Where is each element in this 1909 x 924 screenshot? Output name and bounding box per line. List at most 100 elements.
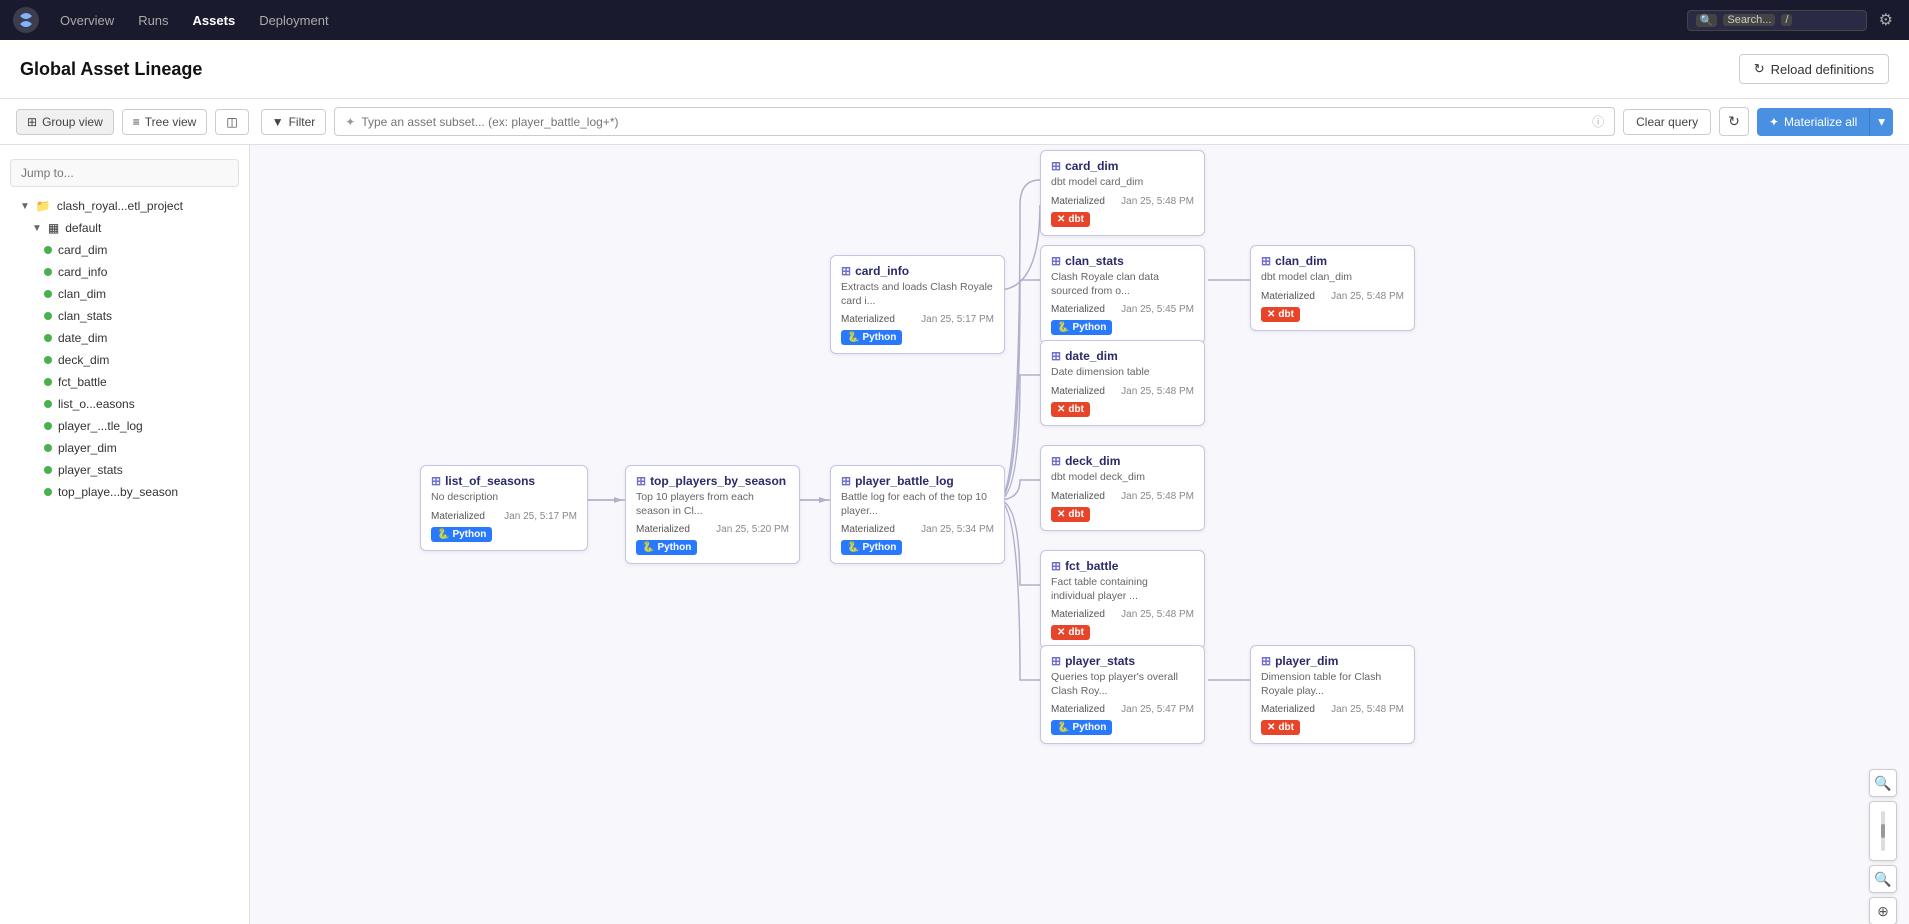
logo-icon (12, 6, 40, 34)
dbt-icon-3: ✕ (1057, 404, 1065, 415)
tree-view-icon: ≡ (133, 115, 140, 129)
sidebar-item-list-seasons[interactable]: list_o...easons (0, 393, 249, 415)
python-icon-3: 🐍 (847, 542, 859, 553)
folder-icon: 📁 (36, 199, 51, 213)
search-placeholder-text: Search... (1723, 14, 1775, 26)
filter-button[interactable]: ▼ Filter (261, 109, 327, 135)
table-icon-10: ⊞ (1051, 559, 1061, 573)
sidebar-project-root[interactable]: ▼ 📁 clash_royal...etl_project (0, 195, 249, 217)
status-dot (44, 312, 52, 320)
dbt-icon-1: ✕ (1057, 214, 1065, 225)
sidebar-item-date-dim[interactable]: date_dim (0, 327, 249, 349)
nav-deployment[interactable]: Deployment (251, 9, 336, 32)
table-icon-9: ⊞ (1051, 454, 1061, 468)
chevron-down-icon: ▼ (20, 201, 30, 212)
asset-search-input[interactable] (361, 115, 1586, 129)
dbt-tag-1: ✕ dbt (1051, 212, 1090, 227)
node-card-info[interactable]: ⊞ card_info Extracts and loads Clash Roy… (830, 255, 1005, 354)
node-card-dim[interactable]: ⊞ card_dim dbt model card_dim Materializ… (1040, 150, 1205, 236)
sidebar-item-player-battle-log[interactable]: player_...tle_log (0, 415, 249, 437)
group-view-button[interactable]: ⊞ Group view (16, 109, 114, 135)
status-dot (44, 488, 52, 496)
folder-icon-2: ▦ (48, 221, 59, 235)
table-icon-6: ⊞ (1051, 254, 1061, 268)
sidebar-item-player-stats[interactable]: player_stats (0, 459, 249, 481)
table-icon-8: ⊞ (1051, 349, 1061, 363)
materialize-all-button[interactable]: ✦ Materialize all (1757, 108, 1869, 136)
main-layout: ▼ 📁 clash_royal...etl_project ▼ ▦ defaul… (0, 145, 1909, 924)
sidebar-item-card-info[interactable]: card_info (0, 261, 249, 283)
table-icon: ⊞ (431, 474, 441, 488)
node-clan-stats[interactable]: ⊞ clan_stats Clash Royale clan data sour… (1040, 245, 1205, 344)
reload-icon: ↻ (1754, 61, 1765, 77)
python-tag-6: 🐍 Python (1051, 720, 1112, 735)
clear-query-button[interactable]: Clear query (1623, 109, 1711, 135)
zoom-out-button[interactable]: 🔍 (1869, 865, 1897, 893)
node-date-dim[interactable]: ⊞ date_dim Date dimension table Material… (1040, 340, 1205, 426)
python-icon-6: 🐍 (1057, 722, 1069, 733)
table-icon-12: ⊞ (1261, 654, 1271, 668)
node-top-players-by-season[interactable]: ⊞ top_players_by_season Top 10 players f… (625, 465, 800, 564)
node-player-battle-log[interactable]: ⊞ player_battle_log Battle log for each … (830, 465, 1005, 564)
node-player-dim[interactable]: ⊞ player_dim Dimension table for Clash R… (1250, 645, 1415, 744)
filter-icon: ▼ (272, 115, 284, 129)
node-player-stats[interactable]: ⊞ player_stats Queries top player's over… (1040, 645, 1205, 744)
reload-definitions-button[interactable]: ↻ Reload definitions (1739, 54, 1889, 84)
python-tag-5: 🐍 Python (1051, 320, 1112, 335)
table-icon-2: ⊞ (636, 474, 646, 488)
table-icon-3: ⊞ (841, 474, 851, 488)
zoom-in-button[interactable]: 🔍 (1869, 769, 1897, 797)
page-header: Global Asset Lineage ↻ Reload definition… (0, 40, 1909, 99)
node-list-of-seasons[interactable]: ⊞ list_of_seasons No description Materia… (420, 465, 588, 551)
zoom-scroll-track[interactable] (1869, 801, 1897, 861)
nav-overview[interactable]: Overview (52, 9, 122, 32)
asset-subset-search[interactable]: ✦ ⓘ (334, 107, 1615, 136)
nav-assets[interactable]: Assets (185, 9, 244, 32)
collapse-button[interactable]: ◫ (215, 109, 248, 135)
sidebar-item-player-dim[interactable]: player_dim (0, 437, 249, 459)
status-dot (44, 378, 52, 386)
zoom-in-icon: 🔍 (1874, 775, 1891, 792)
sidebar-item-clan-stats[interactable]: clan_stats (0, 305, 249, 327)
zoom-fit-button[interactable]: ⊕ (1869, 897, 1897, 924)
search-icon: 🔍 (1696, 14, 1718, 27)
dbt-icon-4: ✕ (1057, 509, 1065, 520)
status-dot (44, 334, 52, 342)
refresh-icon: ↻ (1728, 113, 1740, 129)
node-deck-dim[interactable]: ⊞ deck_dim dbt model deck_dim Materializ… (1040, 445, 1205, 531)
zoom-controls: 🔍 🔍 ⊕ (1869, 769, 1897, 924)
python-icon-4: 🐍 (847, 332, 859, 343)
node-fct-battle[interactable]: ⊞ fct_battle Fact table containing indiv… (1040, 550, 1205, 649)
global-search[interactable]: 🔍 Search... / (1687, 10, 1867, 31)
lineage-canvas[interactable]: ⊞ list_of_seasons No description Materia… (250, 145, 1909, 924)
dbt-icon-6: ✕ (1267, 722, 1275, 733)
python-tag-2: 🐍 Python (636, 540, 697, 555)
sidebar-item-deck-dim[interactable]: deck_dim (0, 349, 249, 371)
materialize-all-group: ✦ Materialize all ▾ (1757, 108, 1893, 136)
status-dot (44, 444, 52, 452)
python-tag-4: 🐍 Python (841, 330, 902, 345)
dbt-tag-2: ✕ dbt (1261, 307, 1300, 322)
status-dot (44, 356, 52, 364)
python-tag: 🐍 Python (431, 527, 492, 542)
jump-to-input[interactable] (10, 159, 239, 187)
settings-icon[interactable]: ⚙ (1875, 6, 1897, 34)
sidebar-item-clan-dim[interactable]: clan_dim (0, 283, 249, 305)
nav-runs[interactable]: Runs (130, 9, 176, 32)
toolbar: ⊞ Group view ≡ Tree view ◫ ▼ Filter ✦ ⓘ … (0, 99, 1909, 145)
sidebar-item-top-players[interactable]: top_playe...by_season (0, 481, 249, 503)
group-view-icon: ⊞ (27, 115, 37, 129)
status-dot (44, 400, 52, 408)
python-icon-2: 🐍 (642, 542, 654, 553)
materialize-dropdown-button[interactable]: ▾ (1869, 108, 1893, 136)
sidebar-item-card-dim[interactable]: card_dim (0, 239, 249, 261)
status-dot (44, 268, 52, 276)
node-clan-dim[interactable]: ⊞ clan_dim dbt model clan_dim Materializ… (1250, 245, 1415, 331)
sidebar-item-fct-battle[interactable]: fct_battle (0, 371, 249, 393)
dbt-tag-4: ✕ dbt (1051, 507, 1090, 522)
subset-icon: ✦ (345, 115, 355, 129)
refresh-button[interactable]: ↻ (1719, 107, 1749, 136)
chevron-down-icon-2: ▼ (32, 223, 42, 234)
sidebar-default-folder[interactable]: ▼ ▦ default (0, 217, 249, 239)
tree-view-button[interactable]: ≡ Tree view (122, 109, 208, 135)
